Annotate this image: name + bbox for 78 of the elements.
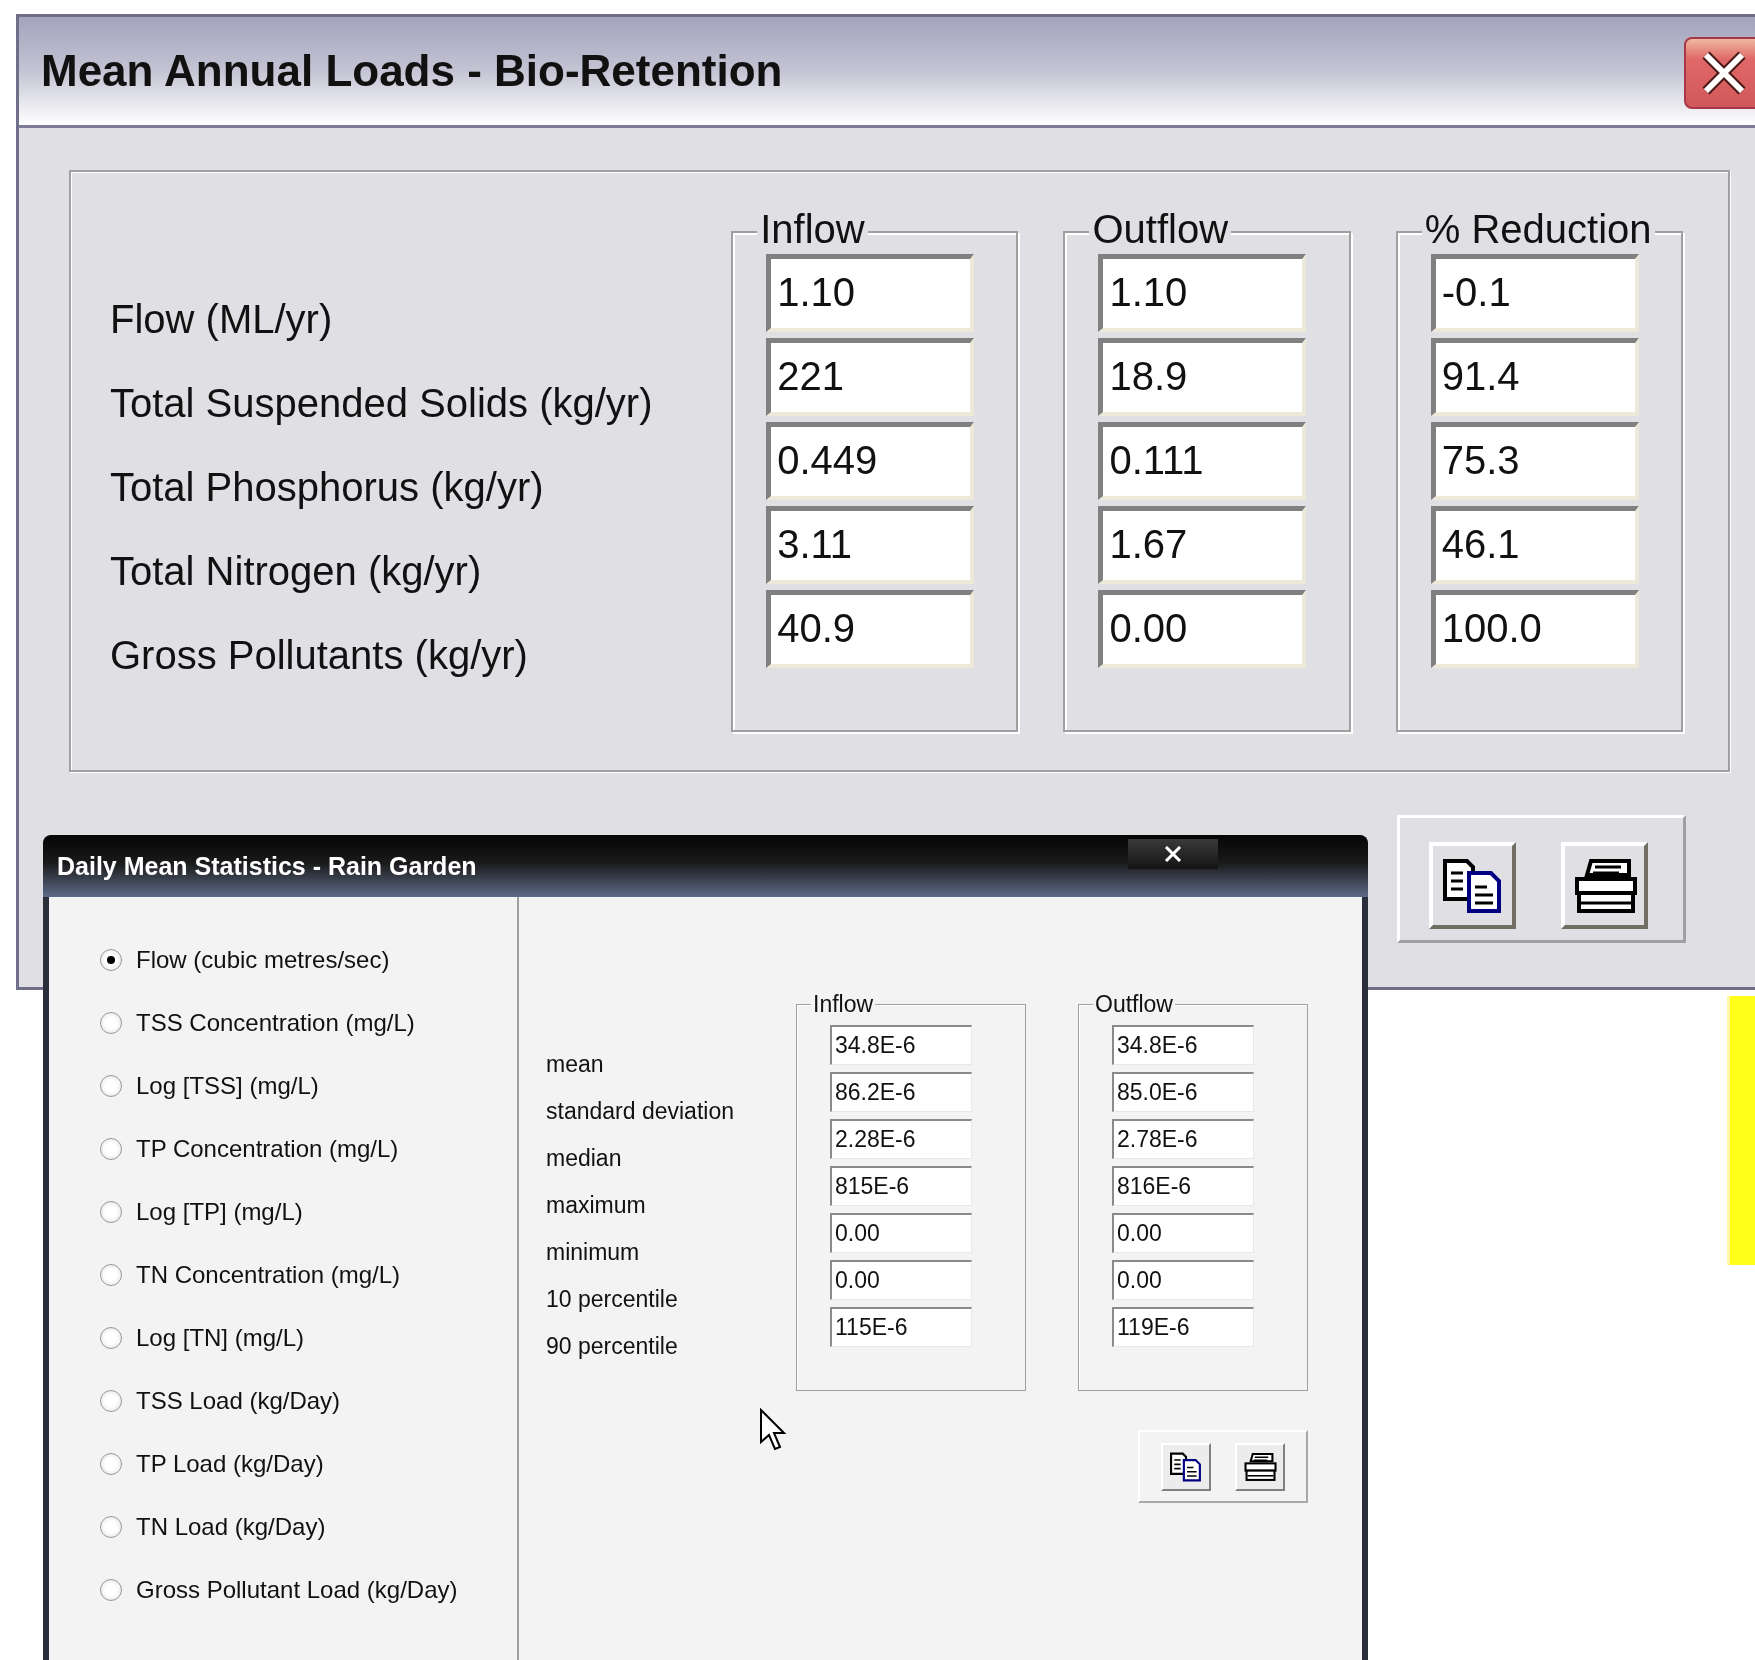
option-label[interactable]: TSS Concentration (mg/L): [136, 1009, 415, 1037]
copy-icon: [1442, 858, 1503, 913]
value-field[interactable]: 91.4: [1430, 338, 1639, 416]
option-label[interactable]: Gross Pollutant Load (kg/Day): [136, 1576, 458, 1604]
radio-button[interactable]: [100, 1579, 122, 1601]
value-field[interactable]: 1.10: [1098, 254, 1307, 332]
mouse-pointer-icon: [759, 1408, 787, 1452]
option-label[interactable]: Log [TN] (mg/L): [136, 1324, 305, 1352]
value-field[interactable]: 0.00: [830, 1213, 972, 1253]
radio-button[interactable]: [100, 949, 122, 971]
window-title: Daily Mean Statistics - Rain Garden: [56, 851, 477, 881]
value-field[interactable]: 221: [766, 338, 975, 416]
option-label[interactable]: Flow (cubic metres/sec): [136, 946, 390, 974]
radio-button[interactable]: [100, 1075, 122, 1097]
value-field[interactable]: 75.3: [1430, 422, 1639, 500]
value-field[interactable]: 18.9: [1098, 338, 1307, 416]
row-label: Gross Pollutants (kg/yr): [110, 632, 529, 679]
close-icon: [1164, 846, 1182, 862]
value-field[interactable]: 0.00: [1098, 590, 1307, 668]
option-label[interactable]: TN Load (kg/Day): [136, 1513, 326, 1541]
value-field[interactable]: 0.00: [1112, 1260, 1254, 1300]
value-field[interactable]: 119E-6: [1112, 1307, 1254, 1347]
row-label: Total Phosphorus (kg/yr): [110, 464, 545, 511]
copy-button[interactable]: [1429, 842, 1516, 929]
value-field[interactable]: 3.11: [766, 506, 975, 584]
value-field[interactable]: 2.78E-6: [1112, 1119, 1254, 1159]
print-button[interactable]: [1561, 842, 1648, 929]
option-label[interactable]: TSS Load (kg/Day): [136, 1387, 341, 1415]
radio-button[interactable]: [100, 1138, 122, 1160]
close-icon: [1701, 50, 1747, 96]
value-field[interactable]: 86.2E-6: [830, 1072, 972, 1112]
statistic-label: minimum: [546, 1238, 641, 1267]
radio-button[interactable]: [100, 1390, 122, 1412]
radio-button[interactable]: [100, 1453, 122, 1475]
value-field[interactable]: 115E-6: [830, 1307, 972, 1347]
value-field[interactable]: 0.449: [766, 422, 975, 500]
option-label[interactable]: Log [TP] (mg/L): [136, 1198, 303, 1226]
value-field[interactable]: 815E-6: [830, 1166, 972, 1206]
statistic-label: mean: [546, 1050, 605, 1079]
row-label: Total Nitrogen (kg/yr): [110, 548, 483, 595]
option-label[interactable]: TP Concentration (mg/L): [136, 1135, 399, 1163]
value-field[interactable]: 46.1: [1430, 506, 1639, 584]
value-field[interactable]: 34.8E-6: [1112, 1025, 1254, 1065]
value-field[interactable]: -0.1: [1430, 254, 1639, 332]
option-label[interactable]: Log [TSS] (mg/L): [136, 1072, 319, 1100]
copy-button[interactable]: [1161, 1443, 1211, 1491]
value-field[interactable]: 40.9: [766, 590, 975, 668]
radio-button[interactable]: [100, 1201, 122, 1223]
printer-icon: [1572, 856, 1637, 915]
statistic-label: 10 percentile: [546, 1285, 679, 1314]
statistic-label: maximum: [546, 1191, 647, 1220]
row-label: Total Suspended Solids (kg/yr): [110, 380, 654, 427]
statistic-label: standard deviation: [546, 1097, 735, 1126]
value-field[interactable]: 0.00: [830, 1260, 972, 1300]
radio-button[interactable]: [100, 1516, 122, 1538]
radio-button[interactable]: [100, 1012, 122, 1034]
radio-button[interactable]: [100, 1327, 122, 1349]
close-button[interactable]: [1684, 37, 1755, 109]
value-field[interactable]: 1.67: [1098, 506, 1307, 584]
value-field[interactable]: 0.00: [1112, 1213, 1254, 1253]
option-label[interactable]: TP Load (kg/Day): [136, 1450, 324, 1478]
value-field[interactable]: 34.8E-6: [830, 1025, 972, 1065]
value-field[interactable]: 816E-6: [1112, 1166, 1254, 1206]
printer-icon: [1243, 1452, 1277, 1482]
radio-button[interactable]: [100, 1264, 122, 1286]
value-field[interactable]: 2.28E-6: [830, 1119, 972, 1159]
close-button[interactable]: [1128, 839, 1218, 869]
statistic-label: 90 percentile: [546, 1332, 679, 1361]
window-title: Mean Annual Loads - Bio-Retention: [41, 46, 783, 96]
value-field[interactable]: 85.0E-6: [1112, 1072, 1254, 1112]
row-label: Flow (ML/yr): [110, 296, 334, 343]
value-field[interactable]: 1.10: [766, 254, 975, 332]
option-label[interactable]: TN Concentration (mg/L): [136, 1261, 401, 1289]
statistic-label: median: [546, 1144, 623, 1173]
value-field[interactable]: 0.111: [1098, 422, 1307, 500]
value-field[interactable]: 100.0: [1430, 590, 1639, 668]
copy-icon: [1170, 1452, 1202, 1482]
print-button[interactable]: [1235, 1443, 1285, 1491]
